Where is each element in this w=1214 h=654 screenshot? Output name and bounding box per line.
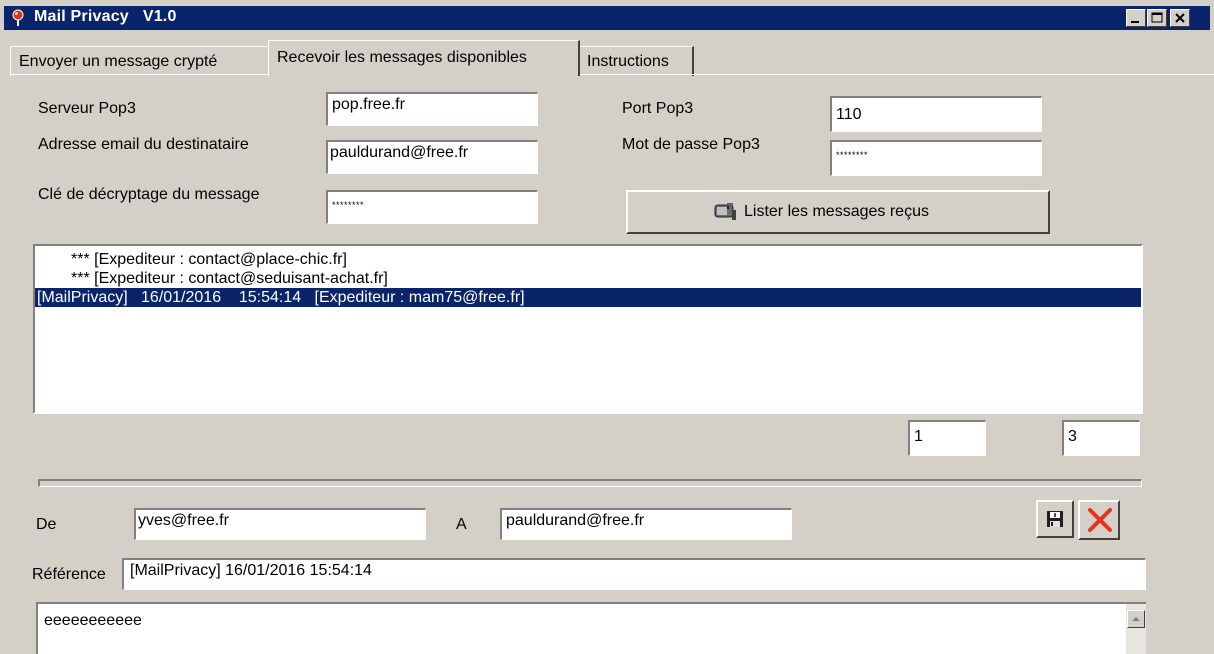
- decryption-key-input[interactable]: ********: [326, 190, 538, 224]
- total-count-field[interactable]: 3: [1062, 420, 1140, 456]
- floppy-disk-icon: [1046, 510, 1064, 533]
- title-bar[interactable]: Mail Privacy V1.0: [4, 6, 1210, 30]
- close-icon: [1175, 13, 1185, 23]
- reference-label: Référence: [32, 566, 106, 583]
- arrow-up-icon: [1132, 617, 1140, 621]
- email-label: Adresse email du destinataire: [38, 136, 249, 153]
- tab-send-encrypted[interactable]: Envoyer un message crypté: [10, 46, 272, 76]
- scroll-up-button[interactable]: [1127, 610, 1145, 628]
- current-index-field[interactable]: 1: [908, 420, 986, 456]
- port-label: Port Pop3: [622, 100, 694, 117]
- tab-instructions[interactable]: Instructions: [578, 46, 694, 76]
- key-label: Clé de décryptage du message: [38, 186, 260, 203]
- message-body[interactable]: eeeeeeeeeee: [36, 602, 1146, 654]
- email-input[interactable]: pauldurand@free.fr: [326, 140, 538, 174]
- list-item-selected[interactable]: [MailPrivacy] 16/01/2016 15:54:14 [Exped…: [35, 288, 1141, 307]
- message-list[interactable]: *** [Expediteur : contact@place-chic.fr]…: [33, 244, 1143, 414]
- reference-input[interactable]: [MailPrivacy] 16/01/2016 15:54:14: [122, 558, 1146, 590]
- tab-label: Envoyer un message crypté: [19, 53, 218, 70]
- mailbox-icon: [714, 202, 738, 227]
- list-item[interactable]: *** [Expediteur : contact@seduisant-acha…: [35, 269, 1141, 288]
- list-messages-button[interactable]: Lister les messages reçus: [626, 190, 1050, 234]
- save-button[interactable]: [1036, 500, 1074, 538]
- maximize-icon: [1151, 12, 1163, 23]
- minimize-icon: [1131, 21, 1139, 23]
- delete-button[interactable]: [1078, 500, 1120, 540]
- password-input[interactable]: ********: [830, 140, 1042, 176]
- server-label: Serveur Pop3: [38, 100, 136, 117]
- list-button-label: Lister les messages reçus: [744, 203, 929, 220]
- close-button[interactable]: [1170, 9, 1190, 27]
- minimize-button[interactable]: [1126, 9, 1146, 27]
- tab-receive-messages[interactable]: Recevoir les messages disponibles: [268, 40, 580, 76]
- maximize-button[interactable]: [1147, 9, 1167, 27]
- tab-label: Recevoir les messages disponibles: [277, 49, 527, 66]
- app-window: Mail Privacy V1.0 Envoyer un message cry…: [0, 0, 1214, 654]
- to-input[interactable]: pauldurand@free.fr: [500, 508, 792, 540]
- password-label: Mot de passe Pop3: [622, 136, 760, 153]
- tab-panel-border: [10, 74, 1214, 75]
- vertical-scrollbar[interactable]: [1126, 604, 1146, 654]
- list-item[interactable]: *** [Expediteur : contact@place-chic.fr]: [35, 250, 1141, 269]
- red-x-icon: [1086, 506, 1114, 539]
- pin-icon: [10, 9, 28, 27]
- separator-bar: [38, 479, 1142, 487]
- from-label: De: [36, 516, 57, 533]
- server-input[interactable]: pop.free.fr: [326, 92, 538, 126]
- message-body-text: eeeeeeeeeee: [44, 612, 142, 629]
- window-title: Mail Privacy V1.0: [34, 8, 177, 25]
- to-label: A: [456, 516, 467, 533]
- tab-label: Instructions: [587, 53, 669, 70]
- from-input[interactable]: yves@free.fr: [134, 508, 426, 540]
- port-input[interactable]: 110: [830, 96, 1042, 132]
